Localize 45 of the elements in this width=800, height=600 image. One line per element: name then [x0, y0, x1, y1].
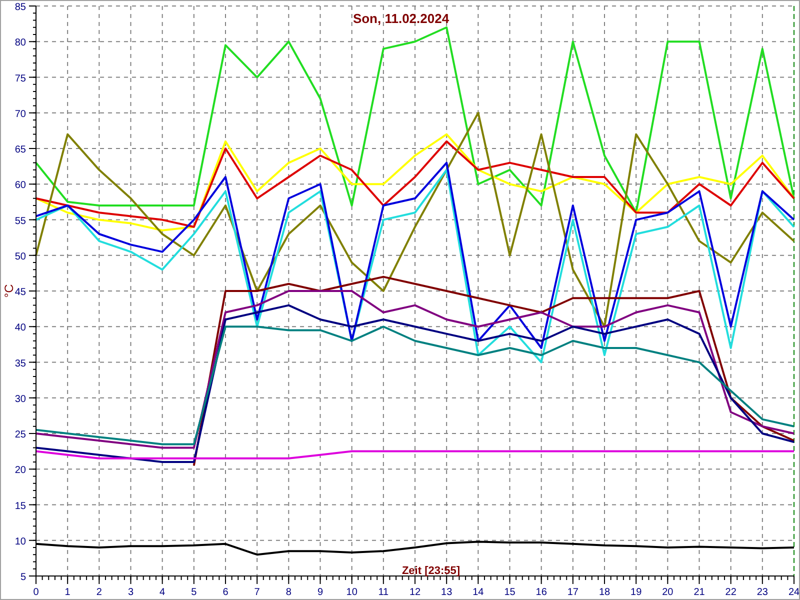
y-tick-label: 45	[14, 287, 26, 298]
x-tick-label: 7	[254, 587, 260, 598]
x-tick-label: 1	[64, 587, 70, 598]
x-tick-label: 19	[630, 587, 642, 598]
y-tick-label: 35	[14, 358, 26, 370]
y-tick-label: 60	[14, 180, 26, 192]
x-tick-label: 6	[222, 587, 228, 598]
y-tick-label: 85	[14, 2, 26, 13]
x-tick-label: 24	[788, 587, 799, 598]
x-tick-label: 11	[378, 587, 389, 598]
x-tick-label: 3	[128, 587, 134, 598]
y-tick-label: 15	[14, 500, 26, 512]
x-tick-label: 12	[409, 587, 421, 598]
x-tick-label: 17	[567, 587, 578, 598]
x-tick-label: 23	[756, 587, 768, 598]
y-tick-label: 50	[14, 251, 26, 262]
x-tick-label: 13	[441, 587, 452, 598]
y-tick-label: 20	[14, 465, 26, 476]
x-axis-label: Zeit [23:55]	[402, 565, 460, 577]
y-tick-label: 40	[14, 322, 26, 334]
y-tick-label: 25	[14, 430, 26, 440]
x-tick-label: 15	[504, 587, 516, 598]
x-tick-label: 22	[725, 587, 736, 598]
x-tick-label: 0	[33, 587, 39, 598]
y-tick-label: 55	[14, 216, 26, 227]
x-tick-label: 4	[160, 587, 166, 598]
x-tick-label: 2	[96, 587, 102, 598]
y-tick-label: 70	[14, 108, 26, 120]
y-tick-label: 75	[14, 73, 26, 84]
chart-title: Son, 11.02.2024	[352, 11, 450, 26]
x-tick-label: 10	[346, 587, 358, 598]
x-tick-label: 21	[694, 587, 705, 598]
y-tick-label: 30	[14, 394, 26, 405]
x-tick-label: 5	[191, 587, 197, 598]
x-tick-label: 16	[536, 587, 547, 598]
y-tick-label: 5	[20, 572, 26, 583]
y-tick-label: 10	[14, 536, 26, 548]
x-tick-label: 9	[317, 587, 324, 598]
x-tick-label: 8	[286, 587, 292, 598]
x-tick-label: 20	[662, 587, 674, 598]
x-tick-label: 14	[472, 587, 484, 598]
y-tick-label: 65	[14, 144, 26, 156]
y-axis-label: °C	[2, 284, 16, 298]
x-tick-label: 18	[598, 587, 610, 598]
y-tick-label: 80	[14, 38, 26, 49]
